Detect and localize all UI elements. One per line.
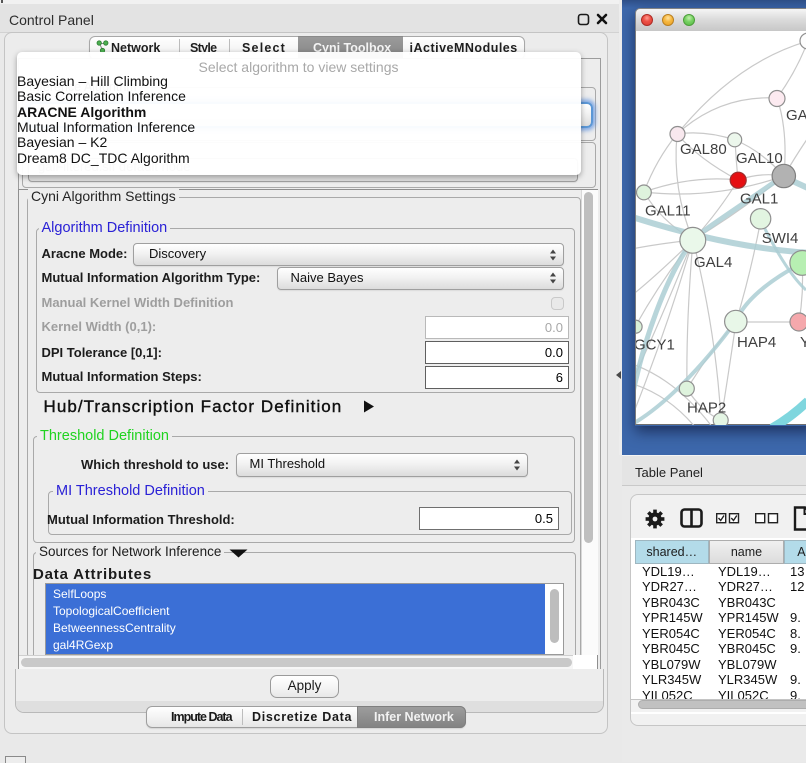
svg-text:HAP4: HAP4 bbox=[737, 334, 776, 351]
svg-text:SWI4: SWI4 bbox=[762, 230, 799, 247]
svg-text:GAL4: GAL4 bbox=[694, 254, 732, 271]
svg-text:GAL80: GAL80 bbox=[680, 141, 727, 158]
svg-text:GCY1: GCY1 bbox=[636, 337, 675, 354]
svg-text:GAL11: GAL11 bbox=[645, 203, 691, 220]
svg-text:Y: Y bbox=[800, 334, 806, 351]
svg-text:GAL10: GAL10 bbox=[736, 150, 783, 167]
svg-text:GAL1: GAL1 bbox=[740, 191, 778, 208]
svg-text:HAP2: HAP2 bbox=[687, 400, 726, 417]
svg-text:GAL7: GAL7 bbox=[786, 107, 806, 124]
